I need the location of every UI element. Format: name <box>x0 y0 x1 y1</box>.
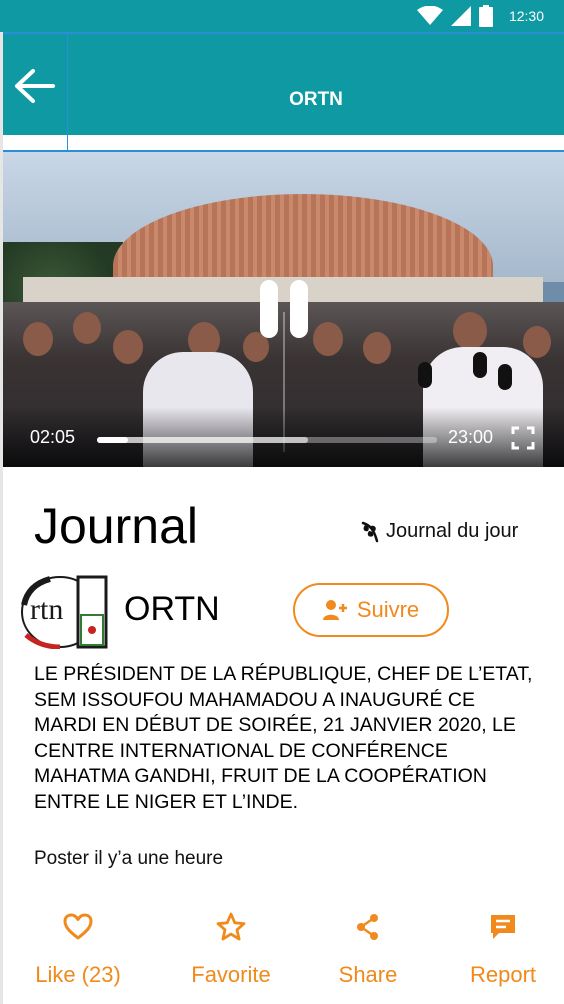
post-category-label: Journal du jour <box>386 520 519 542</box>
favorite-button-label: Favorite <box>191 962 271 987</box>
star-icon <box>216 912 246 941</box>
channel-name[interactable]: ORTN <box>124 590 220 629</box>
arrow-left-icon <box>15 69 55 103</box>
heart-icon <box>63 913 93 940</box>
video-seek-bar[interactable] <box>97 437 437 443</box>
like-button-label: Like (23) <box>35 962 121 987</box>
channel-logo-text: rtn <box>30 593 63 626</box>
like-button[interactable]: Like (23) <box>22 912 134 988</box>
leaf-icon <box>361 521 379 542</box>
follow-button-label: Suivre <box>356 597 420 622</box>
follow-button[interactable]: Suivre <box>293 583 449 637</box>
user-plus-icon <box>322 600 347 620</box>
battery-icon <box>478 5 493 27</box>
post-category[interactable]: Journal du jour <box>360 520 518 543</box>
signal-icon <box>450 6 471 26</box>
channel-logo[interactable]: rtn <box>20 575 108 649</box>
app-bar: ORTN <box>3 32 564 135</box>
app-bar-underline <box>3 135 564 152</box>
report-button[interactable]: Report <box>458 912 548 988</box>
video-frame-mic <box>418 362 432 388</box>
video-player[interactable]: 02:05 23:00 <box>3 152 564 467</box>
video-buffer-bar <box>97 437 308 443</box>
post-actions: Like (23) Favorite Share Report <box>0 912 564 1004</box>
video-total-time: 23:00 <box>448 427 494 447</box>
report-button-label: Report <box>469 962 537 987</box>
wifi-icon <box>416 6 443 25</box>
pause-icon[interactable] <box>260 280 310 340</box>
fullscreen-icon[interactable] <box>511 426 535 450</box>
status-time: 12:30 <box>508 8 544 24</box>
share-button[interactable]: Share <box>322 912 414 988</box>
back-button[interactable] <box>3 34 68 135</box>
video-frame-mic <box>498 364 512 390</box>
video-frame-mic <box>473 352 487 378</box>
video-progress-fill <box>97 437 128 443</box>
status-bar: 12:30 <box>0 0 564 32</box>
report-message-icon <box>491 915 515 939</box>
video-current-time: 02:05 <box>30 427 76 447</box>
share-icon <box>357 914 378 940</box>
post-headline: Journal <box>34 498 198 554</box>
post-description: LE PRÉSIDENT DE LA RÉPUBLIQUE, CHEF DE L… <box>34 663 533 813</box>
app-title: ORTN <box>289 89 343 110</box>
share-button-label: Share <box>338 962 398 987</box>
status-icons: 12:30 <box>416 4 544 28</box>
favorite-button[interactable]: Favorite <box>176 912 286 988</box>
post-timestamp: Poster il y’a une heure <box>34 848 224 869</box>
